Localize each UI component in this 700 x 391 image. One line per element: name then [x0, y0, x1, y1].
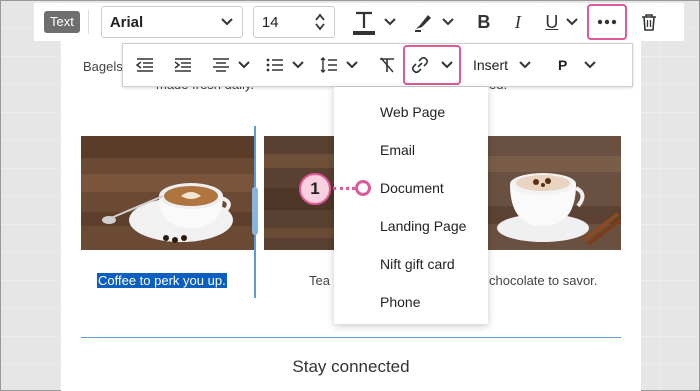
decrease-indent-button[interactable]	[135, 49, 155, 81]
chevron-down-icon	[221, 18, 233, 26]
insert-menu-button[interactable]: Insert	[473, 57, 532, 73]
list-button[interactable]	[265, 49, 285, 81]
trash-icon	[641, 14, 656, 31]
caption-coffee[interactable]: Coffee to perk you up.	[97, 273, 227, 288]
outdent-icon	[136, 58, 153, 72]
font-family-value: Arial	[109, 13, 144, 31]
chevron-down-icon[interactable]	[565, 17, 579, 27]
italic-button[interactable]: I	[507, 6, 529, 38]
chevron-down-icon	[519, 61, 531, 69]
latte-photo[interactable]	[81, 136, 254, 250]
bold-button[interactable]: B	[473, 6, 495, 38]
insert-label: Insert	[473, 57, 509, 73]
format-toolbar: Insert P	[122, 43, 633, 87]
paragraph-label: P	[558, 57, 568, 73]
bulleted-list-icon	[266, 58, 283, 72]
align-center-icon	[213, 58, 229, 72]
latte-image	[81, 136, 254, 250]
link-icon	[411, 56, 428, 74]
callout-target-ring	[355, 180, 371, 196]
paragraph-style-button[interactable]: P	[558, 57, 597, 73]
text-color-button[interactable]	[349, 6, 379, 38]
menu-item-phone[interactable]: Phone	[380, 294, 420, 310]
link-type-menu: Web Page Email Document Landing Page Nif…	[334, 87, 488, 324]
chevron-down-icon[interactable]	[383, 17, 397, 27]
underline-button[interactable]: U	[541, 6, 563, 38]
caption-tea[interactable]: Tea	[309, 273, 330, 288]
font-size-value: 14	[261, 13, 279, 31]
clear-formatting-button[interactable]	[377, 49, 397, 81]
body-text-left[interactable]: Bagels	[83, 59, 123, 74]
step-callout-badge: 1	[299, 173, 331, 205]
menu-item-web-page[interactable]: Web Page	[380, 104, 445, 120]
text-toolbar: Text Arial 14 B I U	[34, 3, 684, 41]
chevron-down-icon[interactable]	[441, 17, 455, 27]
menu-item-nift-gift-card[interactable]: Nift gift card	[380, 256, 455, 272]
indent-icon	[174, 58, 191, 72]
text-color-icon	[352, 11, 375, 35]
clear-format-icon	[380, 57, 394, 73]
menu-item-document[interactable]: Document	[380, 180, 444, 196]
ellipsis-icon	[597, 19, 617, 25]
text-mode-badge: Text	[44, 11, 80, 33]
column-resize-handle[interactable]	[252, 187, 258, 235]
delete-button[interactable]	[639, 6, 659, 38]
menu-item-landing-page[interactable]: Landing Page	[380, 218, 466, 234]
toolbar-divider	[87, 10, 89, 34]
highlight-button[interactable]	[411, 6, 435, 38]
caption-hot-chocolate[interactable]: chocolate to savor.	[489, 273, 597, 288]
increase-indent-button[interactable]	[173, 49, 193, 81]
chevron-down-icon	[440, 61, 453, 69]
callout-connector	[333, 187, 355, 190]
chevron-down-icon	[584, 61, 597, 69]
line-spacing-icon	[320, 57, 337, 73]
stay-connected-heading[interactable]: Stay connected	[1, 357, 700, 377]
line-spacing-button[interactable]	[319, 49, 339, 81]
selected-caption-text[interactable]: Coffee to perk you up.	[97, 273, 227, 288]
chevron-down-icon[interactable]	[237, 60, 251, 70]
font-size-stepper[interactable]: 14	[252, 6, 335, 38]
email-editor: { "toolbar": { "mode_badge": "Text", "fo…	[0, 0, 700, 391]
hot-chocolate-image	[488, 136, 621, 250]
section-divider	[81, 337, 621, 338]
highlighter-icon	[414, 15, 431, 32]
chevron-up-icon[interactable]	[314, 12, 326, 22]
align-button[interactable]	[211, 49, 231, 81]
chevron-down-icon[interactable]	[345, 60, 359, 70]
font-family-select[interactable]: Arial	[100, 6, 243, 38]
hot-chocolate-photo[interactable]	[488, 136, 621, 250]
chevron-down-icon[interactable]	[314, 22, 326, 32]
chevron-down-icon[interactable]	[291, 60, 305, 70]
insert-link-button[interactable]	[403, 45, 461, 85]
more-options-button[interactable]	[586, 4, 627, 40]
menu-item-email[interactable]: Email	[380, 142, 415, 158]
